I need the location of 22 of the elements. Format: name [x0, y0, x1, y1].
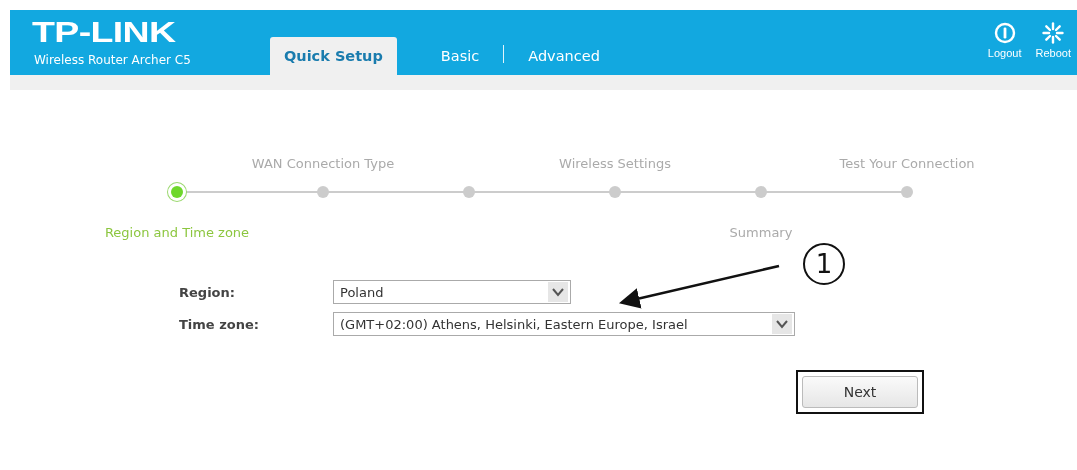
- step-label: WAN Connection Type: [251, 156, 395, 171]
- dropdown[interactable]: (GMT+02:00) Athens, Helsinki, Eastern Europe, Israel: [333, 312, 795, 336]
- tab[interactable]: Basic: [426, 37, 494, 75]
- caret-icon: [772, 314, 792, 334]
- power-icon: [993, 22, 1016, 44]
- step-label: Region and Time zone: [104, 225, 250, 240]
- step-label: Wireless Settings: [559, 156, 671, 171]
- next-button[interactable]: Next: [802, 376, 918, 408]
- step-label: Summary: [729, 225, 793, 240]
- model-name: Wireless Router Archer C5: [34, 53, 192, 67]
- tab[interactable]: Advanced: [514, 37, 614, 75]
- annotation-number: 1: [803, 243, 845, 285]
- tab[interactable]: Quick Setup: [270, 37, 397, 75]
- spinner-icon: [1042, 22, 1065, 44]
- logo: TP-LINK: [32, 19, 177, 45]
- header-action[interactable]: Logout: [987, 22, 1022, 59]
- dropdown[interactable]: Poland: [333, 280, 571, 304]
- caret-icon: [548, 282, 568, 302]
- step-label: Test Your Connection: [839, 156, 975, 171]
- field-label: Region:: [179, 284, 236, 300]
- field-label: Time zone:: [179, 316, 260, 332]
- header-action[interactable]: Reboot: [1035, 22, 1071, 59]
